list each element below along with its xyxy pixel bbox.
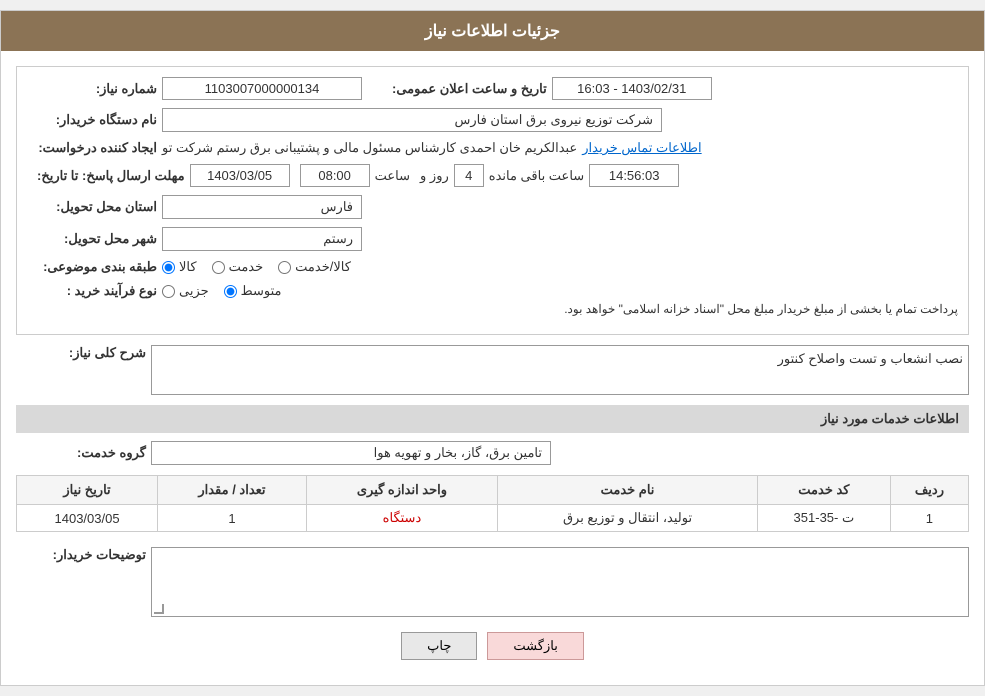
back-button[interactable]: بازگشت	[487, 632, 583, 660]
city-label: شهر محل تحویل:	[37, 231, 157, 247]
col-code: کد خدمت	[757, 476, 890, 505]
table-row: 1 ت -35-351 تولید، انتقال و توزیع برق دس…	[17, 505, 969, 532]
buyer-org-row: شرکت توزیع نیروی برق استان فارس نام دستگ…	[27, 108, 958, 132]
announcement-value: 1403/02/31 - 16:03	[552, 77, 712, 100]
button-row: بازگشت چاپ	[16, 632, 969, 670]
category-kala-khadamat-label: کالا/خدمت	[295, 259, 351, 275]
process-motawaset-label: متوسط	[241, 283, 282, 299]
row-date: 1403/03/05	[17, 505, 158, 532]
response-deadline-label: مهلت ارسال پاسخ: تا تاریخ:	[37, 168, 185, 184]
main-container: جزئیات اطلاعات نیاز 1403/02/31 - 16:03 ت…	[0, 10, 985, 686]
category-kala-radio[interactable]	[162, 261, 175, 274]
process-jozi-item: جزیی	[162, 283, 209, 299]
province-value: فارس	[162, 195, 362, 219]
category-label: طبقه بندی موضوعی:	[37, 259, 157, 275]
process-jozi-label: جزیی	[179, 283, 209, 299]
category-row: کالا/خدمت خدمت کالا طبقه بندی موضوعی:	[27, 259, 958, 275]
time-label: ساعت	[375, 168, 410, 184]
process-row: متوسط جزیی نوع فرآیند خرید : پرداخت تمام…	[27, 283, 958, 316]
category-kala-khadamat-radio[interactable]	[278, 261, 291, 274]
buyer-notes-label: توضیحات خریدار:	[26, 547, 146, 563]
services-table: ردیف کد خدمت نام خدمت واحد اندازه گیری ت…	[16, 475, 969, 532]
row-quantity: 1	[158, 505, 307, 532]
page-header: جزئیات اطلاعات نیاز	[1, 11, 984, 51]
services-section-header: اطلاعات خدمات مورد نیاز	[16, 405, 969, 433]
announcement-row: 1403/02/31 - 16:03 تاریخ و ساعت اعلان عم…	[27, 77, 958, 100]
response-deadline-row: 14:56:03 ساعت باقی مانده 4 روز و ساعت 08…	[27, 164, 958, 187]
service-group-value: تامین برق، گاز، بخار و تهویه هوا	[151, 441, 551, 465]
announcement-label: تاریخ و ساعت اعلان عمومی:	[392, 81, 547, 97]
category-kala-item: کالا	[162, 259, 197, 275]
need-desc-label: شرح کلی نیاز:	[26, 345, 146, 361]
page-title: جزئیات اطلاعات نیاز	[425, 23, 560, 40]
row-unit: دستگاه	[306, 505, 497, 532]
process-jozi-radio[interactable]	[162, 285, 175, 298]
need-number-label: شماره نیاز:	[37, 81, 157, 97]
buyer-notes-section: توضیحات خریدار:	[16, 547, 969, 617]
need-number-value: 1103007000000134	[162, 77, 362, 100]
creator-label: ایجاد کننده درخواست:	[37, 140, 157, 156]
content-area: 1403/02/31 - 16:03 تاریخ و ساعت اعلان عم…	[1, 51, 984, 685]
buyer-org-value: شرکت توزیع نیروی برق استان فارس	[162, 108, 662, 132]
category-khadamat-radio[interactable]	[212, 261, 225, 274]
category-radio-group: کالا/خدمت خدمت کالا	[162, 259, 351, 275]
city-value: رستم	[162, 227, 362, 251]
response-date: 1403/03/05	[190, 164, 290, 187]
service-group-row: تامین برق، گاز، بخار و تهویه هوا گروه خد…	[16, 441, 969, 465]
resize-handle[interactable]	[154, 604, 164, 614]
process-motawaset-item: متوسط	[224, 283, 282, 299]
category-khadamat-item: خدمت	[212, 259, 264, 275]
buyer-org-label: نام دستگاه خریدار:	[37, 112, 157, 128]
col-quantity: تعداد / مقدار	[158, 476, 307, 505]
creator-row: اطلاعات تماس خریدار عبدالکریم خان احمدی …	[27, 140, 958, 156]
province-row: فارس استان محل تحویل:	[27, 195, 958, 219]
row-service-name: تولید، انتقال و توزیع برق	[498, 505, 758, 532]
need-desc-value: نصب انشعاب و تست واصلاح کنتور	[151, 345, 969, 395]
days-label: روز و	[420, 168, 449, 184]
response-remaining: 14:56:03	[589, 164, 679, 187]
col-unit: واحد اندازه گیری	[306, 476, 497, 505]
city-row: رستم شهر محل تحویل:	[27, 227, 958, 251]
print-button[interactable]: چاپ	[401, 632, 477, 660]
need-desc-section: نصب انشعاب و تست واصلاح کنتور شرح کلی نی…	[16, 345, 969, 395]
creator-name: عبدالکریم خان احمدی کارشناس مسئول مالی و…	[162, 140, 577, 156]
category-khadamat-label: خدمت	[229, 259, 264, 275]
col-date: تاریخ نیاز	[17, 476, 158, 505]
province-label: استان محل تحویل:	[37, 199, 157, 215]
col-name: نام خدمت	[498, 476, 758, 505]
process-radio-group: متوسط جزیی	[162, 283, 282, 299]
category-kala-label: کالا	[179, 259, 197, 275]
creator-link[interactable]: اطلاعات تماس خریدار	[582, 140, 701, 156]
process-desc: پرداخت تمام یا بخشی از مبلغ خریدار مبلغ …	[27, 302, 958, 316]
main-info-section: 1403/02/31 - 16:03 تاریخ و ساعت اعلان عم…	[16, 66, 969, 335]
col-row: ردیف	[890, 476, 968, 505]
category-kala-khadamat-item: کالا/خدمت	[278, 259, 351, 275]
response-days: 4	[454, 164, 484, 187]
remaining-label: ساعت باقی مانده	[489, 168, 584, 184]
row-num: 1	[890, 505, 968, 532]
row-code: ت -35-351	[757, 505, 890, 532]
process-label: نوع فرآیند خرید :	[37, 283, 157, 299]
response-time: 08:00	[300, 164, 370, 187]
service-group-label: گروه خدمت:	[26, 445, 146, 461]
process-motawaset-radio[interactable]	[224, 285, 237, 298]
